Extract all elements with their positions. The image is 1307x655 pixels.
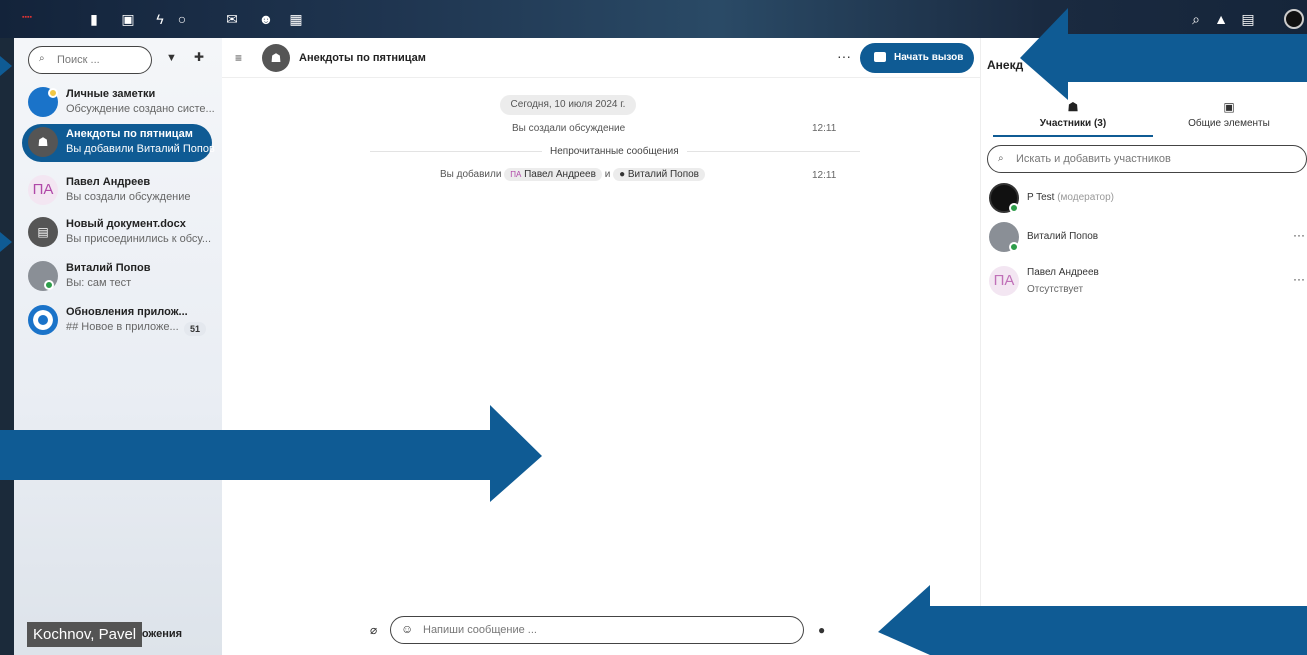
conversation-preview: Вы: сам тест bbox=[66, 277, 132, 289]
contacts-menu-icon[interactable]: ▤ bbox=[1240, 11, 1256, 27]
activity-icon[interactable]: ϟ bbox=[152, 11, 168, 27]
attach-icon[interactable]: ⌀ bbox=[370, 623, 377, 637]
online-status-icon bbox=[44, 280, 54, 290]
arrow-pointer-small bbox=[0, 232, 12, 252]
group-icon: ☗ bbox=[262, 44, 290, 72]
added-prefix: Вы добавили bbox=[440, 169, 502, 180]
chat-area: ≡ ☗ Анекдоты по пятницам ··· Начать вызо… bbox=[222, 38, 980, 655]
participant-item[interactable]: ПА Павел Андреев Отсутствует ··· bbox=[987, 264, 1305, 300]
conversation-title: Павел Андреев bbox=[66, 176, 151, 188]
message-placeholder: Напиши сообщение ... bbox=[423, 624, 537, 636]
tab-label: Общие элементы bbox=[1188, 118, 1270, 129]
system-message: Вы создали обсуждение bbox=[512, 123, 626, 134]
top-app-bar: ▪▪▪▪ ▮ ▣ ϟ ○ ✉ ☻ ▦ ⌕ ▲ ▤ bbox=[0, 0, 1307, 38]
conversation-preview: Вы присоединились к обсу... bbox=[66, 233, 211, 245]
unread-count-badge: 51 bbox=[184, 322, 206, 336]
participants-panel: Анекд ☗ Участники (3) ▣ Общие элементы ⌕… bbox=[980, 38, 1307, 655]
user-avatar[interactable] bbox=[1284, 9, 1304, 29]
participant-item[interactable]: Виталий Попов ··· bbox=[987, 220, 1305, 256]
conversation-preview: Вы добавили Виталий Попов bbox=[66, 143, 215, 155]
avatar-initials: ПА bbox=[28, 175, 58, 205]
participant-name: Виталий Попов bbox=[1027, 231, 1099, 242]
participant-name: P Test (модератор) bbox=[1027, 192, 1114, 203]
search-icon: ⌕ bbox=[998, 153, 1004, 164]
search-placeholder: Поиск ... bbox=[57, 54, 100, 66]
conversation-title: Виталий Попов bbox=[66, 262, 151, 274]
participants-icon: ☗ bbox=[1067, 100, 1079, 114]
conversation-item[interactable]: ▤ Новый документ.docx Вы присоединились … bbox=[22, 214, 212, 252]
unread-label: Непрочитанные сообщения bbox=[542, 146, 687, 157]
toggle-sidebar-icon[interactable]: ≡ bbox=[235, 51, 242, 65]
conversation-title: Анекдоты по пятницам bbox=[66, 128, 193, 140]
start-call-button[interactable]: Начать вызов bbox=[860, 43, 974, 73]
participant-name: Павел Андреев bbox=[1027, 267, 1099, 278]
conversation-preview: ## Новое в приложе... bbox=[66, 321, 179, 333]
document-icon: ▤ bbox=[28, 217, 58, 247]
tab-shared-items[interactable]: ▣ Общие элементы bbox=[1149, 100, 1307, 129]
filter-icon[interactable]: ▼ bbox=[166, 52, 178, 64]
files-icon[interactable]: ▮ bbox=[86, 11, 102, 27]
user-mention[interactable]: ● Виталий Попов bbox=[613, 168, 705, 181]
conversation-item[interactable]: Личные заметки Обсуждение создано систе.… bbox=[22, 84, 215, 122]
search-icon[interactable]: ⌕ bbox=[1188, 11, 1204, 27]
conversation-title: Анекдоты по пятницам bbox=[299, 52, 426, 64]
participant-search-input[interactable]: ⌕ Искать и добавить участников bbox=[987, 145, 1307, 173]
talk-icon[interactable]: ○ bbox=[174, 11, 190, 27]
conversation-search-input[interactable]: ⌕ Поиск ... bbox=[28, 46, 152, 74]
chat-header: ≡ ☗ Анекдоты по пятницам ··· Начать вызо… bbox=[222, 38, 980, 78]
start-call-label: Начать вызов bbox=[894, 52, 964, 63]
mention-name: Виталий Попов bbox=[627, 169, 699, 180]
tab-label: Участники (3) bbox=[1039, 118, 1107, 129]
participant-item[interactable]: P Test (модератор) bbox=[987, 181, 1303, 217]
app-logo: ▪▪▪▪ bbox=[22, 14, 32, 21]
app-logo-icon bbox=[28, 305, 58, 335]
search-icon: ⌕ bbox=[39, 53, 45, 64]
participant-avatar: ПА bbox=[989, 266, 1019, 296]
contacts-icon[interactable]: ☻ bbox=[258, 11, 274, 27]
system-message-added: Вы добавили ПА Павел Андреев и ● Виталий… bbox=[440, 168, 705, 181]
microphone-icon[interactable]: ● bbox=[818, 623, 825, 637]
user-mention[interactable]: ПА Павел Андреев bbox=[504, 168, 602, 181]
participant-more-icon[interactable]: ··· bbox=[1293, 228, 1305, 242]
conversation-sidebar: ⌕ Поиск ... ▼ ✚ Личные заметки Обсуждени… bbox=[14, 38, 222, 655]
group-icon: ☗ bbox=[28, 127, 58, 157]
presenter-name-tag: Kochnov, Pavel bbox=[27, 622, 143, 647]
arrow-pointer-small bbox=[0, 56, 12, 76]
participant-status: Отсутствует bbox=[1027, 284, 1084, 295]
conversation-preview: Обсуждение создано систе... bbox=[66, 103, 215, 115]
active-tab-indicator bbox=[993, 135, 1153, 137]
message-time: 12:11 bbox=[812, 123, 837, 134]
added-conjunction: и bbox=[604, 169, 611, 180]
conversation-title: Личные заметки bbox=[66, 88, 156, 100]
bell-icon[interactable]: ▲ bbox=[1213, 11, 1229, 27]
calendar-icon[interactable]: ▦ bbox=[288, 11, 304, 27]
conversation-item[interactable]: Виталий Попов Вы: сам тест bbox=[22, 258, 212, 296]
conversation-title: Обновления прилож... bbox=[66, 306, 188, 318]
participant-more-icon[interactable]: ··· bbox=[1293, 272, 1305, 286]
new-conversation-icon[interactable]: ✚ bbox=[194, 50, 208, 64]
mail-icon[interactable]: ✉ bbox=[224, 11, 240, 27]
conversation-item[interactable]: Обновления прилож... ## Новое в приложе.… bbox=[22, 302, 212, 340]
panel-title: Анекд bbox=[987, 58, 1024, 72]
conversation-item-active[interactable]: ☗ Анекдоты по пятницам Вы добавили Витал… bbox=[22, 124, 215, 162]
online-status-icon bbox=[1009, 203, 1019, 213]
tab-participants[interactable]: ☗ Участники (3) bbox=[993, 100, 1153, 129]
search-placeholder: Искать и добавить участников bbox=[1016, 153, 1171, 165]
date-separator: Сегодня, 10 июля 2024 г. bbox=[500, 95, 636, 115]
message-input[interactable]: ☺ Напиши сообщение ... bbox=[390, 616, 804, 644]
emoji-icon[interactable]: ☺ bbox=[401, 622, 413, 636]
photos-icon[interactable]: ▣ bbox=[120, 11, 136, 27]
video-camera-icon bbox=[874, 52, 886, 62]
shared-items-icon: ▣ bbox=[1223, 100, 1235, 114]
conversation-item[interactable]: ПА Павел Андреев Вы создали обсуждение bbox=[22, 172, 212, 210]
conversation-title: Новый документ.docx bbox=[66, 218, 186, 230]
favorite-badge bbox=[48, 88, 58, 98]
more-options-icon[interactable]: ··· bbox=[837, 48, 851, 64]
conversation-preview: Вы создали обсуждение bbox=[66, 191, 191, 203]
online-status-icon bbox=[1009, 242, 1019, 252]
message-time: 12:11 bbox=[812, 170, 837, 181]
mention-name: Павел Андреев bbox=[524, 169, 596, 180]
